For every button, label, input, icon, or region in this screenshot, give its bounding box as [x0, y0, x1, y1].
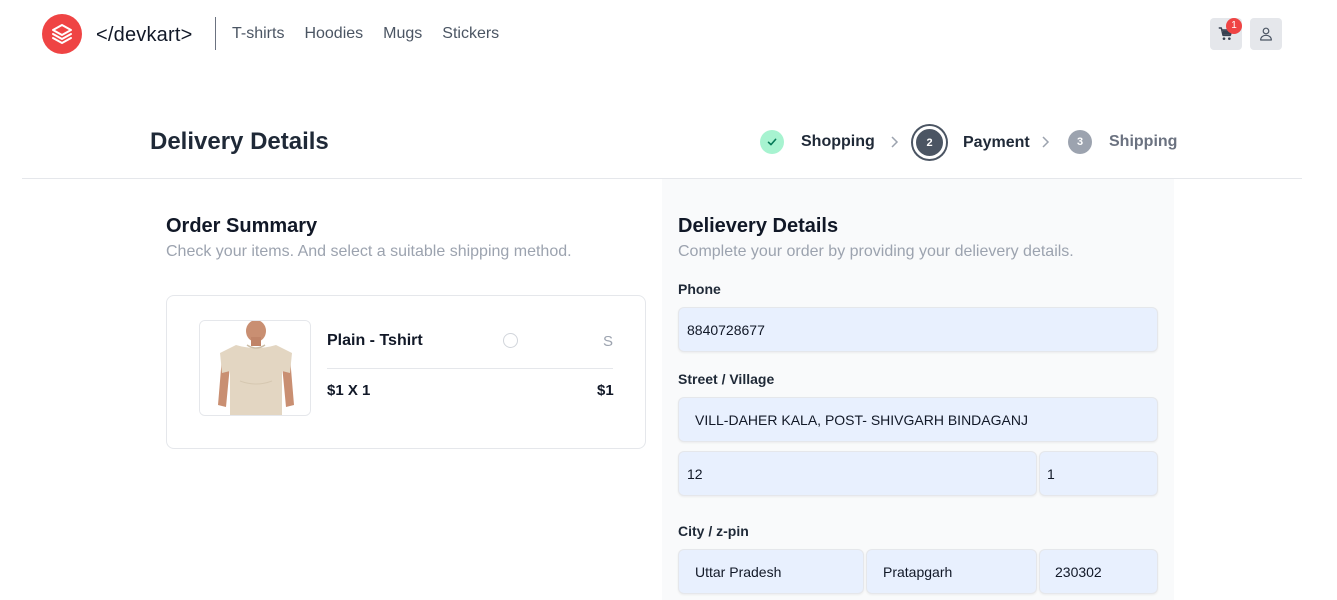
- cart-count-badge: 1: [1226, 18, 1242, 34]
- step-number-badge: 3: [1068, 130, 1092, 154]
- delivery-details-subtitle: Complete your order by providing your de…: [678, 243, 1074, 260]
- page-title: Delivery Details: [150, 128, 329, 155]
- logo-text[interactable]: </devkart>: [96, 24, 193, 47]
- phone-input[interactable]: [678, 307, 1158, 352]
- product-name: Plain - Tshirt: [327, 332, 423, 349]
- chevron-right-icon: [891, 136, 899, 148]
- item-divider: [327, 368, 613, 369]
- nav-link-mugs[interactable]: Mugs: [383, 25, 422, 43]
- state-input[interactable]: [678, 549, 864, 594]
- product-image: [199, 320, 311, 416]
- nav-divider: [215, 17, 216, 50]
- street-input[interactable]: [678, 397, 1158, 442]
- street-label: Street / Village: [678, 371, 775, 387]
- step-shipping[interactable]: 3 Shipping: [1068, 130, 1177, 154]
- product-size: S: [603, 333, 614, 350]
- step-label-payment: Payment: [963, 133, 1030, 151]
- city-input[interactable]: [866, 549, 1037, 594]
- check-icon: [767, 138, 777, 146]
- user-icon: [1260, 27, 1272, 41]
- delivery-details-title: Delievery Details: [678, 215, 839, 237]
- product-line-total: $1: [597, 382, 614, 399]
- nav-link-tshirts[interactable]: T-shirts: [232, 25, 284, 43]
- zip-input[interactable]: [1039, 549, 1158, 594]
- step-shopping[interactable]: Shopping: [760, 130, 875, 154]
- house-number-input[interactable]: [678, 451, 1037, 496]
- nav-link-hoodies[interactable]: Hoodies: [304, 25, 363, 43]
- step-complete-indicator: [760, 130, 784, 154]
- phone-label: Phone: [678, 281, 721, 297]
- city-label: City / z-pin: [678, 523, 749, 539]
- order-summary-title: Order Summary: [166, 215, 318, 237]
- step-number-badge: 2: [913, 126, 946, 159]
- step-payment[interactable]: 2 Payment: [913, 126, 1030, 159]
- stack-layers-icon: [52, 24, 72, 44]
- chevron-right-icon: [1042, 136, 1050, 148]
- step-label-shipping: Shipping: [1109, 133, 1178, 150]
- product-price-qty: $1 X 1: [327, 382, 371, 399]
- shipping-method-radio[interactable]: [503, 333, 518, 348]
- step-label-shopping: Shopping: [801, 133, 875, 150]
- nav-link-stickers[interactable]: Stickers: [442, 25, 499, 43]
- logo-mark[interactable]: [42, 14, 82, 54]
- order-summary-subtitle: Check your items. And select a suitable …: [166, 243, 572, 260]
- floor-input[interactable]: [1039, 451, 1158, 496]
- user-button[interactable]: [1250, 18, 1282, 50]
- tshirt-photo-icon: [200, 321, 310, 415]
- main-nav: T-shirts Hoodies Mugs Stickers: [232, 25, 499, 43]
